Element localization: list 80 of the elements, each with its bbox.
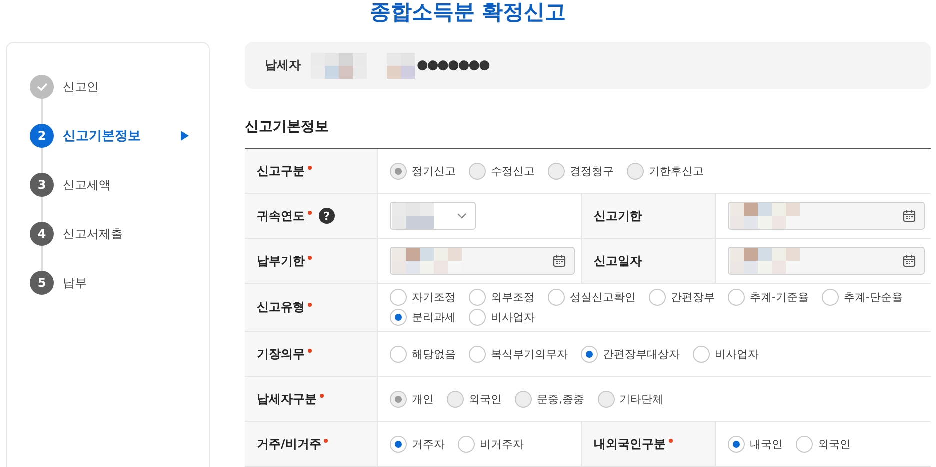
radio-label: 비사업자 [491, 310, 535, 325]
radio-label: 비거주자 [480, 436, 524, 452]
blurred-value [392, 203, 434, 229]
step-label[interactable]: 신고세액 [63, 176, 111, 194]
check-icon [36, 82, 48, 92]
radio-label: 복식부기의무자 [491, 346, 568, 362]
radio-label: 외국인 [818, 436, 851, 452]
field-label: 신고일자 [594, 252, 642, 270]
radio-label: 문중,종중 [537, 392, 584, 406]
calendar-icon [553, 254, 566, 268]
blurred-value [311, 52, 367, 78]
step-label[interactable]: 신고서제출 [63, 226, 123, 242]
field-label: 기장의무 [257, 346, 305, 362]
radio-label: 분리과세 [412, 310, 456, 325]
radio-button[interactable] [390, 346, 407, 362]
field-label: 신고기한 [594, 208, 642, 224]
field-label: 신고유형 [257, 299, 305, 316]
section-title: 신고기본정보 [245, 118, 330, 137]
step-number: 3 [30, 173, 54, 197]
chevron-down-icon [457, 213, 467, 219]
field-label: 신고구분 [257, 162, 305, 180]
radio-label: 수정신고 [491, 164, 535, 178]
radio-button[interactable] [822, 289, 839, 306]
step-label[interactable]: 납부 [63, 274, 87, 292]
radio-button[interactable] [649, 289, 666, 306]
radio-button[interactable] [469, 289, 486, 306]
radio-label: 기한후신고 [649, 164, 704, 178]
blurred-value [392, 248, 462, 274]
blurred-value [730, 248, 800, 274]
field-label: 귀속연도 [257, 208, 305, 224]
radio-button[interactable] [390, 436, 407, 452]
radio-label: 자기조정 [412, 290, 456, 305]
calendar-icon [903, 209, 916, 223]
date-field[interactable] [390, 247, 575, 275]
radio-label: 간편장부 [671, 290, 715, 305]
radio-button[interactable] [469, 309, 486, 326]
blurred-value [387, 52, 415, 78]
radio-label: 정기신고 [412, 164, 456, 178]
blurred-value [730, 203, 800, 229]
date-field[interactable] [728, 202, 925, 230]
help-icon[interactable]: ? [319, 208, 335, 224]
radio-button[interactable] [458, 436, 475, 452]
calendar-icon [903, 254, 916, 268]
radio-button[interactable] [796, 436, 813, 452]
year-dropdown[interactable] [390, 202, 476, 230]
field-label: 납세자구분 [257, 390, 317, 408]
radio-label: 해당없음 [412, 346, 456, 362]
radio-label: 기타단체 [620, 392, 664, 406]
field-label: 거주/비거주 [257, 436, 322, 452]
taxpayer-label: 납세자 [265, 57, 301, 74]
field-label: 내외국인구분 [594, 436, 666, 452]
radio-label: 성실신고확인 [570, 290, 636, 305]
triangle-pointer-icon [181, 131, 189, 141]
radio-button[interactable] [728, 436, 745, 452]
radio-button[interactable] [581, 346, 598, 362]
step-number: 2 [30, 124, 54, 148]
radio-label: 내국인 [750, 436, 783, 452]
masked-id: ●●●●●●● [417, 58, 490, 73]
radio-label: 외국인 [469, 392, 502, 406]
page-title: 종합소득분 확정신고 [370, 0, 566, 26]
step-label[interactable]: 신고인 [63, 78, 99, 96]
step-number: 4 [30, 222, 54, 246]
radio-label: 개인 [412, 392, 434, 406]
radio-label: 간편장부대상자 [603, 346, 680, 362]
radio-button[interactable] [693, 346, 710, 362]
radio-button[interactable] [728, 289, 745, 306]
radio-button[interactable] [469, 346, 486, 362]
field-label: 납부기한 [257, 252, 305, 270]
radio-button[interactable] [548, 289, 565, 306]
radio-button[interactable] [390, 309, 407, 326]
radio-button[interactable] [390, 289, 407, 306]
step-number: 5 [30, 271, 54, 295]
date-field[interactable] [728, 247, 925, 275]
radio-label: 거주자 [412, 436, 445, 452]
step-label[interactable]: 신고기본정보 [63, 127, 141, 145]
radio-label: 외부조정 [491, 290, 535, 305]
radio-label: 경정청구 [570, 164, 614, 178]
radio-label: 추계-단순율 [844, 290, 903, 305]
radio-label: 추계-기준율 [750, 290, 809, 305]
radio-label: 비사업자 [715, 346, 759, 362]
